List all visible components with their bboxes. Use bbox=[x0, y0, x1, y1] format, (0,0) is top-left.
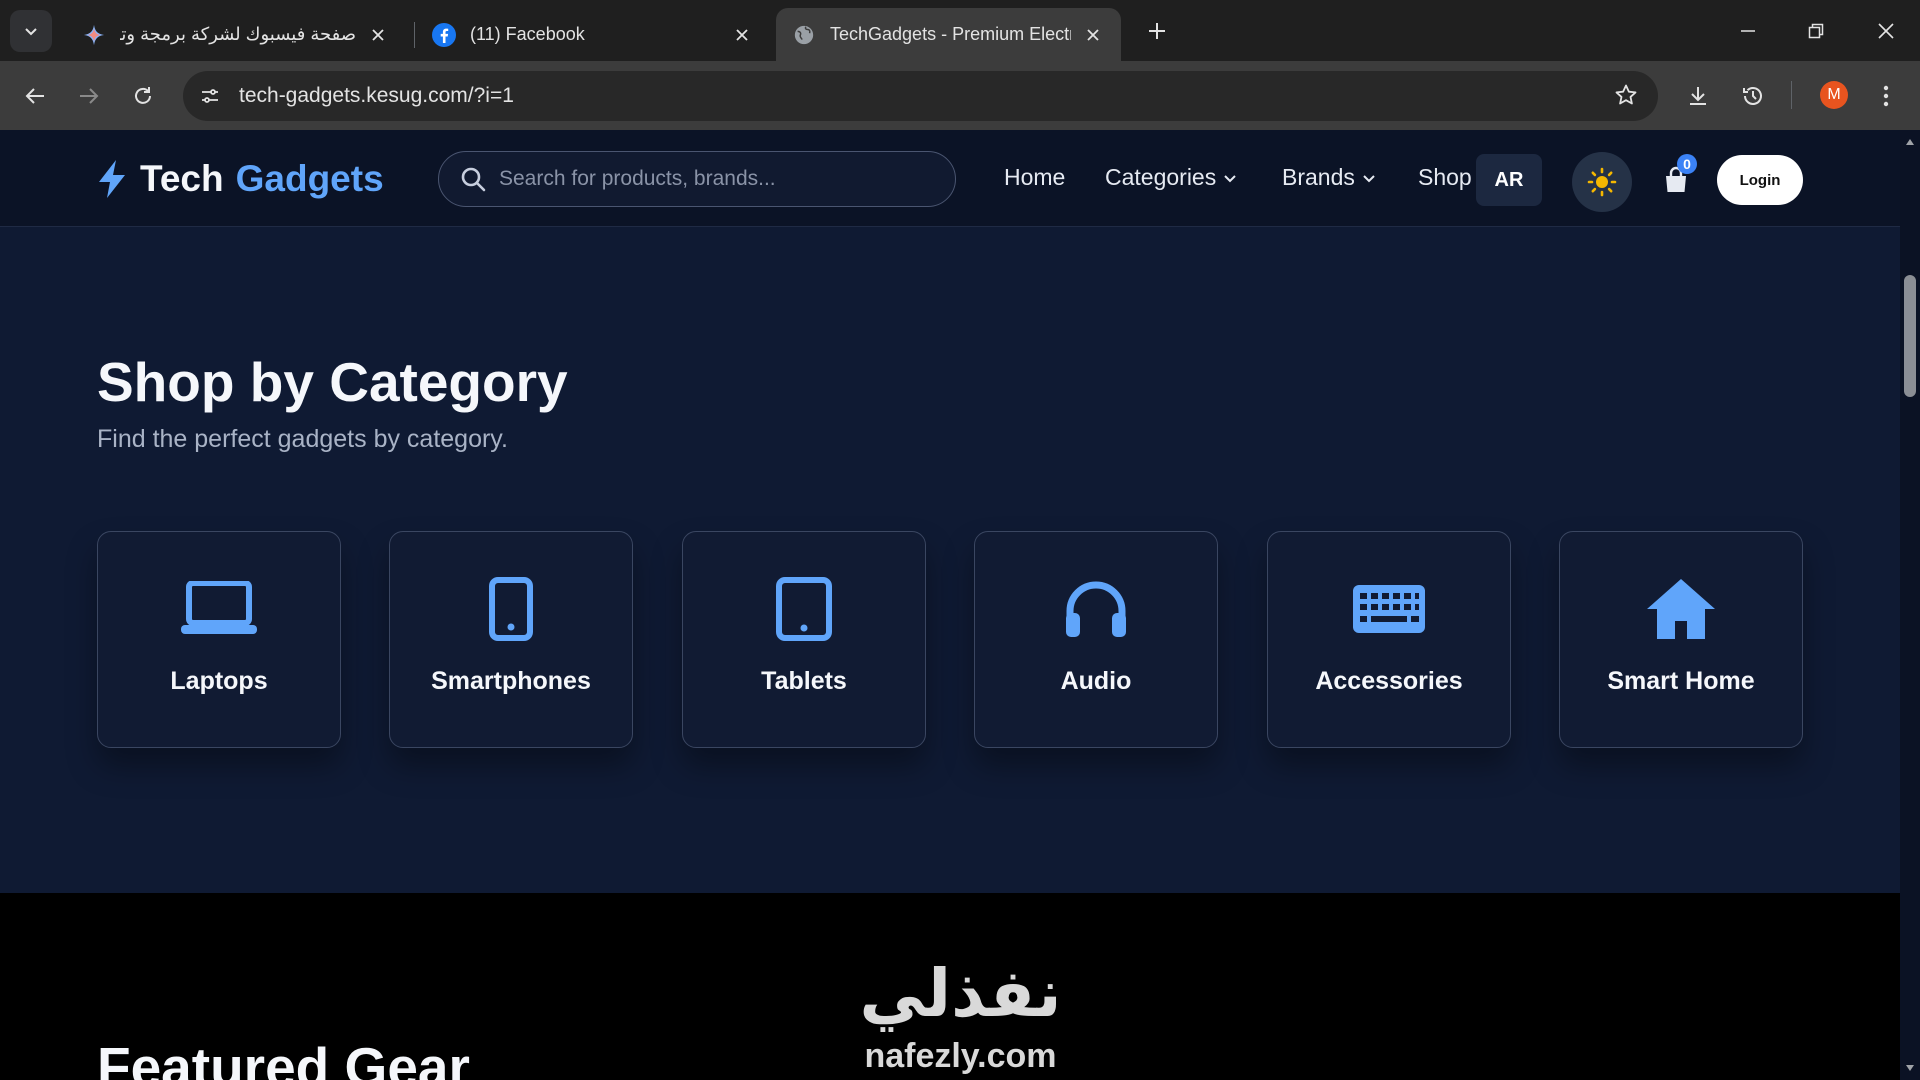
logo-word-tech: Tech bbox=[140, 158, 224, 199]
nav-home-link[interactable]: Home bbox=[1004, 164, 1065, 191]
plus-icon bbox=[1149, 23, 1165, 39]
category-card-audio[interactable]: Audio bbox=[974, 531, 1218, 748]
downloads-button[interactable] bbox=[1677, 75, 1719, 117]
section-title: Shop by Category bbox=[97, 351, 568, 413]
category-card-smart-home[interactable]: Smart Home bbox=[1559, 531, 1803, 748]
login-button[interactable]: Login bbox=[1717, 155, 1803, 205]
category-label: Audio bbox=[1060, 667, 1132, 695]
chevron-down-icon bbox=[25, 28, 37, 36]
search-icon bbox=[461, 167, 486, 192]
address-bar[interactable]: tech-gadgets.kesug.com/?i=1 bbox=[183, 71, 1658, 121]
back-button[interactable] bbox=[14, 75, 56, 117]
watermark-latin: nafezly.com bbox=[864, 1037, 1057, 1075]
profile-avatar[interactable]: M bbox=[1820, 81, 1848, 109]
cart-count-badge: 0 bbox=[1677, 154, 1697, 174]
nav-shop-label: Shop bbox=[1418, 164, 1472, 190]
headphones-icon bbox=[1066, 581, 1126, 637]
close-icon[interactable] bbox=[730, 23, 754, 47]
browser-tab-3-active[interactable]: TechGadgets - Premium Electro bbox=[776, 8, 1121, 61]
section-subtitle: Find the perfect gadgets by category. bbox=[97, 425, 508, 453]
tab-search-button[interactable] bbox=[10, 10, 52, 52]
category-card-smartphones[interactable]: Smartphones bbox=[389, 531, 633, 748]
nav-shop-link[interactable]: Shop bbox=[1418, 164, 1472, 191]
theme-toggle-button[interactable] bbox=[1572, 152, 1632, 212]
nav-home-label: Home bbox=[1004, 164, 1066, 190]
nav-categories-dropdown[interactable]: Categories bbox=[1105, 164, 1238, 191]
language-toggle-button[interactable]: AR bbox=[1476, 154, 1542, 206]
browser-tab-1[interactable]: صفحة فيسبوك لشركة برمجة وتصـ bbox=[66, 8, 406, 61]
browser-toolbar: tech-gadgets.kesug.com/?i=1 bbox=[0, 61, 1920, 130]
page-scrollbar[interactable] bbox=[1900, 130, 1920, 1080]
category-label: Smart Home bbox=[1607, 667, 1755, 695]
search-box[interactable]: Search for products, brands... bbox=[438, 151, 956, 207]
browser-menu-button[interactable] bbox=[1865, 75, 1907, 117]
home-icon bbox=[1647, 579, 1715, 639]
tab-separator bbox=[414, 22, 415, 48]
site-info-icon[interactable] bbox=[193, 79, 227, 113]
category-card-laptops[interactable]: Laptops bbox=[97, 531, 341, 748]
browser-tab-bar: صفحة فيسبوك لشركة برمجة وتصـ (11) Facebo… bbox=[0, 0, 1920, 61]
chevron-down-icon bbox=[1363, 174, 1375, 182]
nav-brands-label: Brands bbox=[1282, 164, 1355, 190]
watermark-arabic: نفذلي bbox=[859, 956, 1062, 1030]
reload-icon bbox=[135, 87, 151, 104]
category-label: Accessories bbox=[1315, 667, 1463, 695]
search-input[interactable]: Search for products, brands... bbox=[499, 167, 776, 191]
chevron-down-icon bbox=[1224, 174, 1236, 182]
arrow-right-icon bbox=[80, 88, 99, 104]
window-close-button[interactable] bbox=[1852, 0, 1920, 61]
bookmark-star-icon[interactable] bbox=[1614, 83, 1638, 112]
download-icon bbox=[1690, 87, 1706, 105]
nav-categories-label: Categories bbox=[1105, 164, 1217, 190]
keyboard-icon bbox=[1353, 585, 1425, 633]
history-button[interactable] bbox=[1732, 75, 1774, 117]
url-text: tech-gadgets.kesug.com/?i=1 bbox=[239, 84, 514, 107]
minimize-icon bbox=[1741, 29, 1755, 32]
new-tab-button[interactable] bbox=[1140, 14, 1174, 48]
category-label: Smartphones bbox=[431, 667, 591, 695]
kebab-menu-icon bbox=[1883, 85, 1889, 107]
browser-tab-2[interactable]: (11) Facebook bbox=[416, 8, 770, 61]
site-logo[interactable]: Tech Gadgets bbox=[96, 158, 384, 200]
minimize-button[interactable] bbox=[1714, 0, 1782, 61]
scrollbar-thumb[interactable] bbox=[1904, 275, 1916, 397]
reload-button[interactable] bbox=[122, 75, 164, 117]
site-header: Tech Gadgets Search for products, brands… bbox=[0, 130, 1900, 227]
tab-title: (11) Facebook bbox=[470, 24, 585, 44]
history-icon bbox=[1743, 87, 1762, 105]
web-page: Tech Gadgets Search for products, brands… bbox=[0, 130, 1900, 1080]
restore-icon bbox=[1808, 23, 1824, 38]
category-label: Tablets bbox=[761, 667, 847, 695]
forward-button[interactable] bbox=[68, 75, 110, 117]
arrow-left-icon bbox=[25, 88, 44, 104]
tablet-icon bbox=[776, 577, 832, 641]
globe-icon bbox=[792, 23, 816, 47]
toolbar-separator bbox=[1791, 81, 1792, 109]
tab-title: TechGadgets - Premium Electro bbox=[830, 24, 1071, 44]
category-card-accessories[interactable]: Accessories bbox=[1267, 531, 1511, 748]
smartphone-icon bbox=[489, 577, 533, 641]
logo-word-gadgets: Gadgets bbox=[235, 158, 384, 199]
bolt-icon bbox=[99, 160, 125, 198]
scroll-down-arrow-icon[interactable] bbox=[1904, 1062, 1916, 1074]
facebook-icon bbox=[432, 22, 456, 47]
category-card-tablets[interactable]: Tablets bbox=[682, 531, 926, 748]
tab-title: صفحة فيسبوك لشركة برمجة وتصـ bbox=[120, 24, 356, 44]
sun-icon bbox=[1587, 167, 1617, 197]
close-icon bbox=[1878, 22, 1894, 39]
gemini-sparkle-icon bbox=[82, 23, 106, 47]
close-icon[interactable] bbox=[1081, 23, 1105, 47]
nav-brands-dropdown[interactable]: Brands bbox=[1282, 164, 1377, 191]
nafezly-watermark: نفذلي nafezly.com bbox=[848, 955, 1073, 1080]
restore-button[interactable] bbox=[1782, 0, 1850, 61]
scroll-up-arrow-icon[interactable] bbox=[1904, 136, 1916, 148]
category-label: Laptops bbox=[170, 667, 268, 695]
featured-title: Featured Gear bbox=[97, 1036, 470, 1080]
laptop-icon bbox=[181, 581, 257, 634]
close-icon[interactable] bbox=[366, 23, 390, 47]
